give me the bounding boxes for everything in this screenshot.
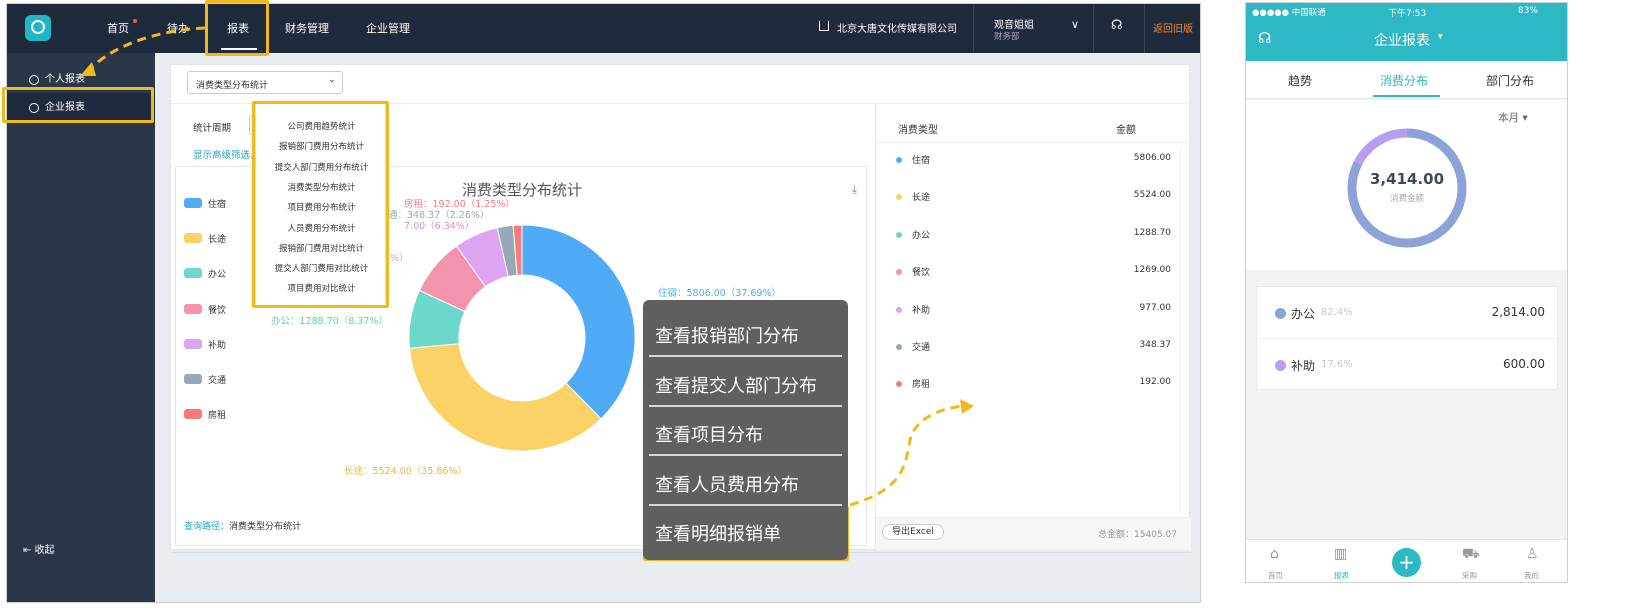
phone-list-value: 600.00	[1503, 357, 1545, 371]
menu-item-submitter-distribution[interactable]: 查看提交人部门分布	[655, 372, 840, 398]
tab-active-indicator	[1373, 95, 1440, 97]
bottom-report-label[interactable]: 报表	[1334, 570, 1349, 581]
phone-header: ●●●●● 中国联通 下午7:53 83% ☊ 企业报表 ▾	[1246, 3, 1567, 61]
headset-icon[interactable]: ☊	[1258, 29, 1271, 47]
period-value: 本月	[1498, 112, 1519, 124]
menu-item-project-distribution[interactable]: 查看项目分布	[655, 421, 840, 447]
annotation-arrows	[80, 26, 974, 507]
period-select[interactable]: 本月 ▾	[1498, 110, 1528, 125]
arrow-head	[960, 399, 974, 414]
context-menu: 查看报销部门分布 查看提交人部门分布 查看项目分布 查看人员费用分布 查看明细报…	[643, 300, 848, 560]
caret-down-icon[interactable]: ▾	[1438, 32, 1443, 42]
status-carrier: ●●●●● 中国联通	[1252, 8, 1326, 18]
profile-icon[interactable]: ♙	[1526, 546, 1539, 562]
menu-item-detail-reimbursements[interactable]: 查看明细报销单	[655, 520, 840, 546]
bottom-purchase-label[interactable]: 采购	[1462, 570, 1477, 581]
phone-list: 办公 82.4% 2,814.00 补助 17.6% 600.00	[1256, 286, 1558, 390]
chart-icon[interactable]: ▥	[1334, 546, 1347, 562]
phone-list-item[interactable]: 补助 17.6% 600.00	[1257, 339, 1557, 391]
cart-icon[interactable]: ⛟	[1462, 546, 1480, 564]
menu-divider	[649, 405, 842, 407]
bottom-home-label[interactable]: 首页	[1268, 570, 1283, 581]
phone-list-dot	[1275, 308, 1286, 319]
center-value: 3,414.00	[1369, 170, 1445, 188]
menu-item-dept-distribution[interactable]: 查看报销部门分布	[655, 322, 840, 348]
phone-list-name: 补助	[1291, 359, 1316, 373]
phone-title[interactable]: 企业报表	[1374, 30, 1430, 50]
tab-department[interactable]: 部门分布	[1486, 72, 1534, 89]
phone-tabs: 趋势 消费分布 部门分布	[1246, 61, 1567, 99]
tab-consumption[interactable]: 消费分布	[1380, 72, 1428, 89]
menu-divider	[649, 355, 842, 357]
menu-divider	[649, 454, 842, 456]
phone-bottom-bar: ⌂ 首页 ▥ 报表 + ⛟ 采购 ♙ 我的	[1246, 539, 1567, 582]
menu-item-person-distribution[interactable]: 查看人员费用分布	[655, 471, 840, 497]
phone-screen: ●●●●● 中国联通 下午7:53 83% ☊ 企业报表 ▾ 趋势 消费分布 部…	[1245, 2, 1568, 583]
phone-list-name: 办公	[1291, 307, 1316, 321]
menu-divider	[649, 504, 842, 506]
phone-ring-chart	[1347, 128, 1467, 248]
arrow-path	[849, 404, 963, 507]
status-time: 下午7:53	[1388, 9, 1427, 19]
status-battery: 83%	[1518, 6, 1539, 16]
phone-list-value: 2,814.00	[1491, 305, 1545, 319]
home-icon[interactable]: ⌂	[1270, 546, 1279, 562]
phone-list-pct: 82.4%	[1321, 307, 1353, 318]
phone-list-dot	[1275, 360, 1286, 371]
bottom-me-label[interactable]: 我的	[1524, 570, 1539, 581]
add-button[interactable]: +	[1392, 548, 1421, 577]
center-label: 消费金额	[1389, 194, 1424, 204]
phone-list-item[interactable]: 办公 82.4% 2,814.00	[1257, 287, 1557, 339]
tab-trend[interactable]: 趋势	[1288, 72, 1312, 89]
ring-card: 本月 ▾ 3,414.00 消费金额	[1246, 100, 1567, 270]
arrow-path	[86, 26, 206, 73]
arrow-head	[80, 62, 96, 76]
phone-list-pct: 17.6%	[1321, 359, 1353, 370]
